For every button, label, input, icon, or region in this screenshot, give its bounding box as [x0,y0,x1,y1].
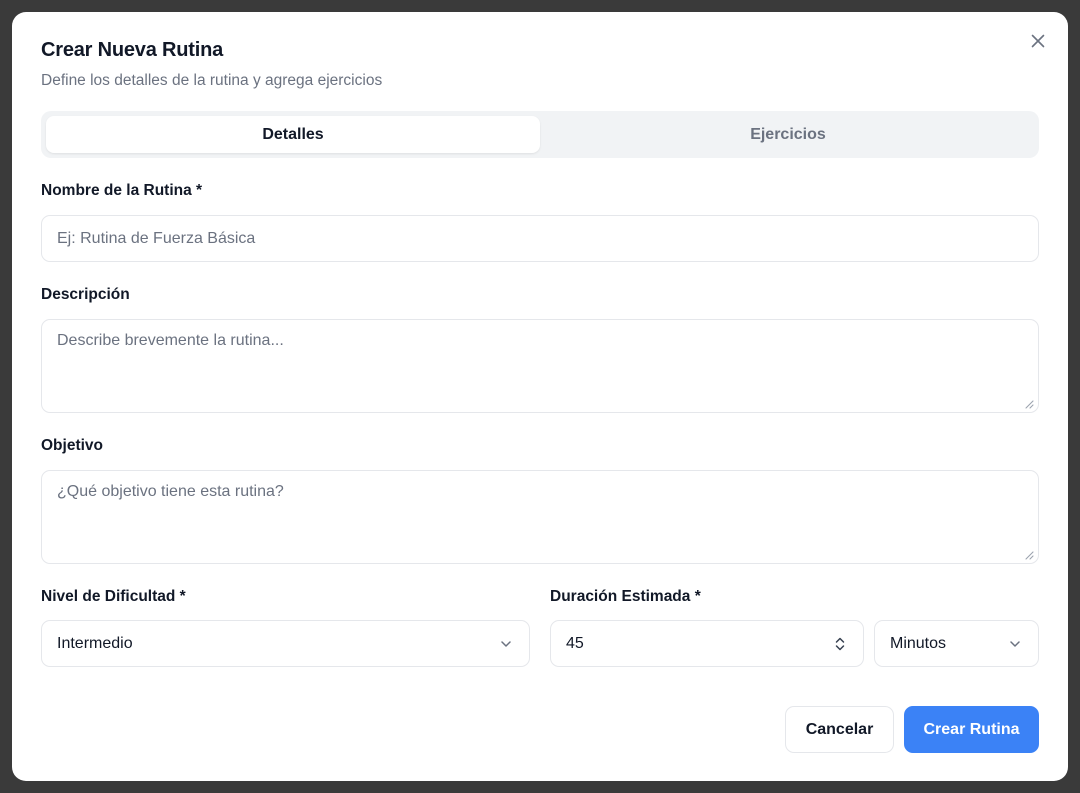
duration-number-input[interactable]: 45 [550,620,864,667]
objective-textarea[interactable] [41,470,1039,564]
create-routine-button[interactable]: Crear Rutina [904,706,1039,753]
duration-value: 45 [566,634,584,652]
resize-grip-icon[interactable] [1024,550,1034,560]
difficulty-selected-value: Intermedio [57,634,133,652]
objective-label: Objetivo [41,437,104,454]
description-label: Descripción [41,286,130,303]
cancel-button[interactable]: Cancelar [785,706,894,753]
duration-label: Duración Estimada * [550,588,701,605]
difficulty-label: Nivel de Dificultad * [41,588,186,605]
chevron-down-icon [498,636,514,652]
chevron-down-icon [1007,636,1023,652]
dialog-title: Crear Nueva Rutina [41,39,224,61]
create-routine-dialog: Crear Nueva Rutina Define los detalles d… [12,12,1068,781]
tab-bar: Detalles Ejercicios [41,111,1039,158]
stepper-icon[interactable] [832,636,848,652]
resize-grip-icon[interactable] [1024,399,1034,409]
tab-details[interactable]: Detalles [46,116,540,153]
tab-exercises[interactable]: Ejercicios [541,116,1035,153]
difficulty-select[interactable]: Intermedio [41,620,530,667]
description-textarea[interactable] [41,319,1039,413]
duration-unit-select[interactable]: Minutos [874,620,1039,667]
routine-name-input[interactable] [41,215,1039,262]
close-icon [1031,34,1045,48]
close-button[interactable] [1026,29,1050,53]
duration-unit-value: Minutos [890,634,947,652]
routine-name-label: Nombre de la Rutina * [41,182,203,199]
dialog-subtitle: Define los detalles de la rutina y agreg… [41,72,383,89]
